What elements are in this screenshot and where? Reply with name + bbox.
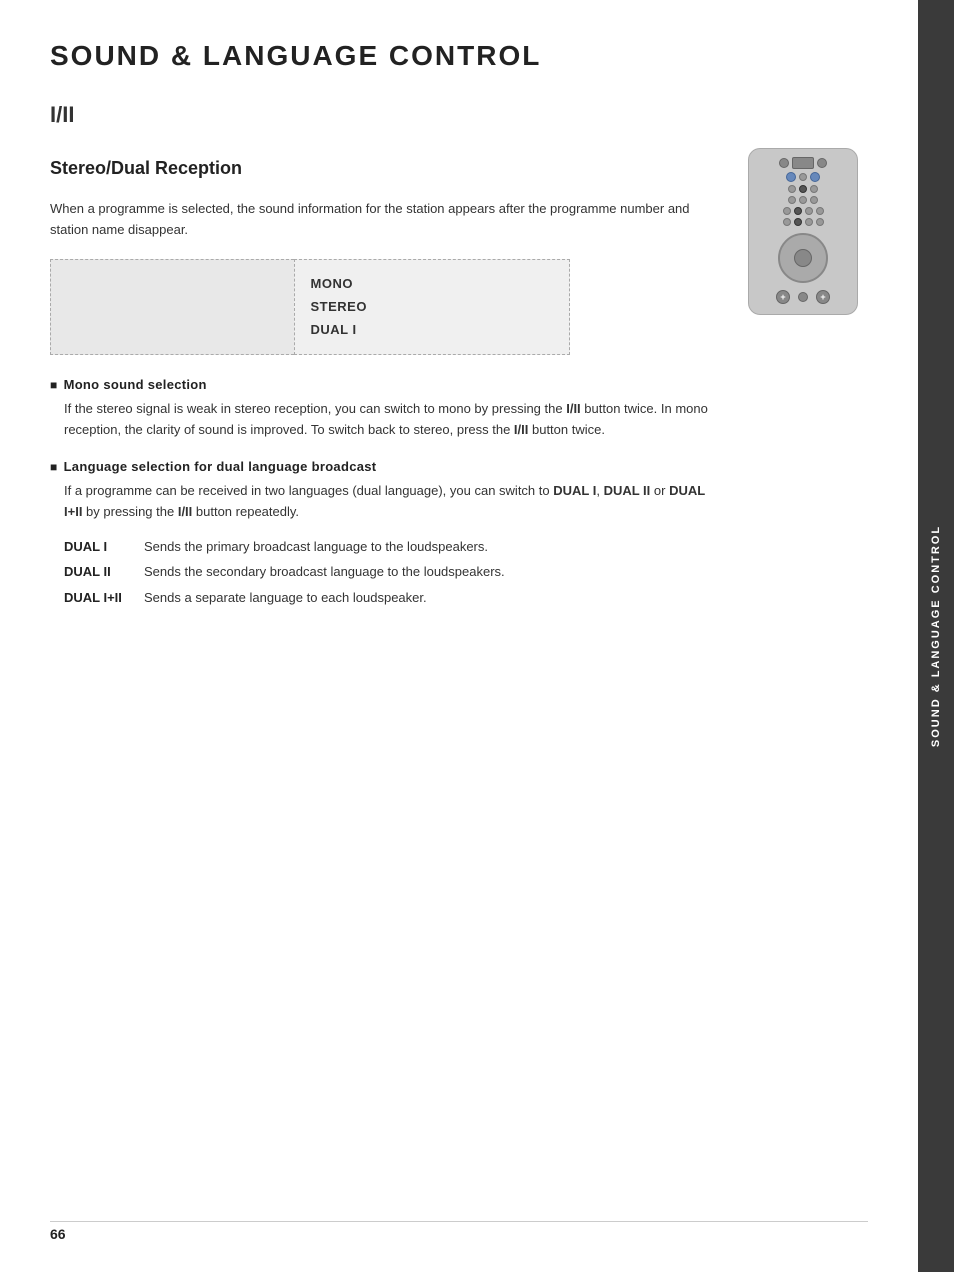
remote-row-5: [783, 207, 824, 215]
remote-row-4: [788, 196, 818, 204]
remote-btn: [786, 172, 796, 182]
dual-desc-3: Sends a separate language to each loudsp…: [144, 588, 427, 609]
remote-btn: [810, 196, 818, 204]
remote-btn: [816, 207, 824, 215]
section-description: When a programme is selected, the sound …: [50, 199, 690, 241]
remote-plus-btn: +: [776, 290, 790, 304]
remote-btn: [810, 172, 820, 182]
dual-desc-1: Sends the primary broadcast language to …: [144, 537, 488, 558]
dual-table: DUAL I Sends the primary broadcast langu…: [50, 537, 710, 609]
remote-nav-ring: [778, 233, 828, 283]
remote-body: + +: [748, 148, 858, 315]
remote-btn: [817, 158, 827, 168]
remote-btn-rect: [792, 157, 814, 169]
mono-title-text: Mono sound selection: [64, 377, 207, 392]
remote-btn: [810, 185, 818, 193]
remote-btn: [805, 207, 813, 215]
table-row: DUAL I Sends the primary broadcast langu…: [64, 537, 710, 558]
remote-btn: [799, 196, 807, 204]
remote-btn: [788, 185, 796, 193]
remote-top-row: [779, 157, 827, 169]
remote-row-6: [783, 218, 824, 226]
mono-section: ■ Mono sound selection If the stereo sig…: [50, 377, 710, 441]
remote-btn: [794, 207, 802, 215]
page-wrapper: SOUND & LANGUAGE CONTROL I/II Stereo/Dua…: [0, 0, 954, 1272]
remote-row-3: [788, 185, 818, 193]
remote-mid-btn: [798, 292, 808, 302]
page-divider: [50, 1221, 868, 1222]
sidebar: SOUND & LANGUAGE CONTROL: [918, 0, 954, 1272]
dual-label-2: DUAL II: [64, 562, 144, 583]
language-title-text: Language selection for dual language bro…: [64, 459, 377, 474]
remote-btn: [799, 173, 807, 181]
display-box-right: MONO STEREO DUAL I: [294, 259, 571, 355]
remote-btn: [788, 196, 796, 204]
display-option-stereo: STEREO: [311, 295, 554, 318]
display-box-container: MONO STEREO DUAL I: [50, 259, 570, 355]
remote-plus-btn-2: +: [816, 290, 830, 304]
page-number: 66: [50, 1226, 66, 1242]
dual-label-1: DUAL I: [64, 537, 144, 558]
remote-btn: [816, 218, 824, 226]
section-heading: Stereo/Dual Reception: [50, 158, 868, 179]
sidebar-label: SOUND & LANGUAGE CONTROL: [930, 525, 942, 747]
language-body: If a programme can be received in two la…: [50, 480, 710, 523]
main-content: SOUND & LANGUAGE CONTROL I/II Stereo/Dua…: [0, 0, 918, 1272]
dual-label-3: DUAL I+II: [64, 588, 144, 609]
dual-desc-2: Sends the secondary broadcast language t…: [144, 562, 505, 583]
page-title: SOUND & LANGUAGE CONTROL: [50, 40, 868, 72]
remote-btn: [783, 207, 791, 215]
display-option-mono: MONO: [311, 272, 554, 295]
table-row: DUAL II Sends the secondary broadcast la…: [64, 562, 710, 583]
mono-body: If the stereo signal is weak in stereo r…: [50, 398, 710, 441]
bullet-icon-language: ■: [50, 460, 58, 474]
bullet-icon-mono: ■: [50, 378, 58, 392]
language-section: ■ Language selection for dual language b…: [50, 459, 710, 609]
mono-title: ■ Mono sound selection: [50, 377, 710, 392]
language-title: ■ Language selection for dual language b…: [50, 459, 710, 474]
remote-volume-row: + +: [776, 290, 830, 304]
remote-center-btn: [794, 249, 812, 267]
remote-control-illustration: + +: [748, 148, 868, 315]
display-option-dual: DUAL I: [311, 318, 554, 341]
remote-btn: [805, 218, 813, 226]
display-box-left: [50, 259, 294, 355]
remote-row-2: [786, 172, 820, 182]
section-subtitle: I/II: [50, 102, 868, 128]
remote-btn: [794, 218, 802, 226]
remote-btn: [783, 218, 791, 226]
remote-btn: [799, 185, 807, 193]
table-row: DUAL I+II Sends a separate language to e…: [64, 588, 710, 609]
remote-btn: [779, 158, 789, 168]
